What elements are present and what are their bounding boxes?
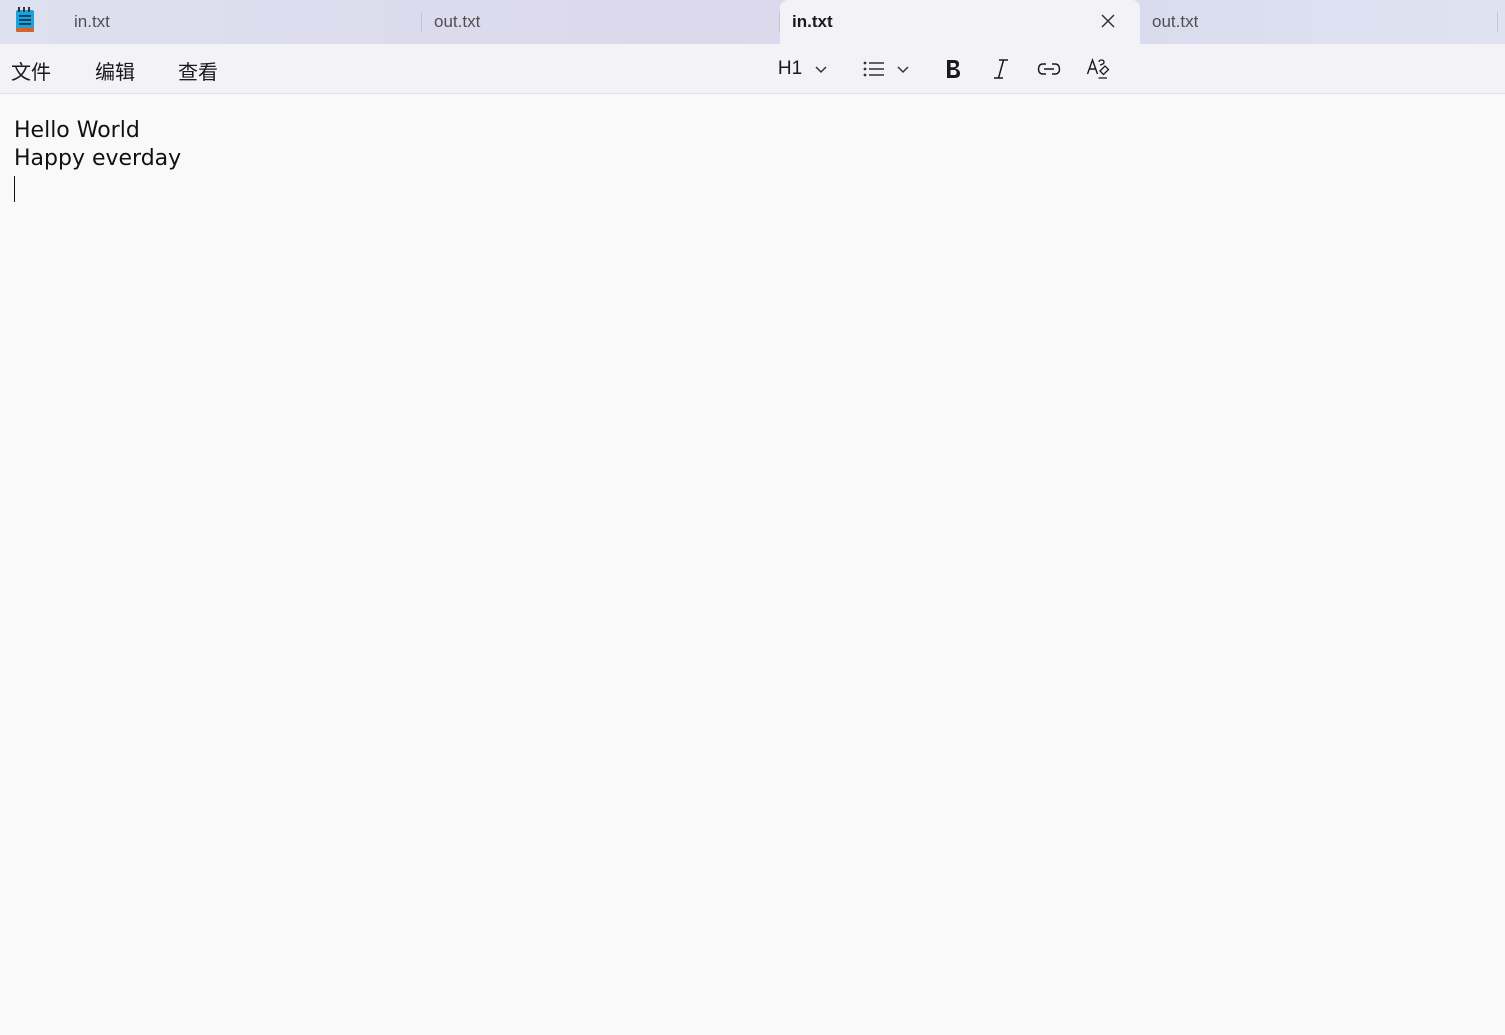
notepad-window: in.txt out.txt in.txt out.txt 文件 编辑 查看 H… <box>0 0 1505 1035</box>
menu-bar: 文件 编辑 查看 H1 <box>0 44 1505 94</box>
bold-icon <box>944 58 962 80</box>
text-caret <box>14 176 15 202</box>
notepad-icon <box>14 7 38 33</box>
tab-in-txt-1[interactable]: in.txt <box>62 0 422 44</box>
editor-line: Happy everday <box>14 146 182 171</box>
close-icon[interactable] <box>1098 11 1118 31</box>
chevron-down-icon <box>814 64 828 74</box>
chevron-down-icon <box>896 64 910 74</box>
tab-label: in.txt <box>74 12 110 31</box>
clear-formatting-icon <box>1086 58 1110 80</box>
menu-edit[interactable]: 编辑 <box>95 56 135 85</box>
tab-label: out.txt <box>1152 12 1199 31</box>
menu-view[interactable]: 查看 <box>178 56 218 85</box>
editor-line: Hello World <box>14 118 140 143</box>
tab-out-txt-2[interactable]: out.txt <box>1140 0 1498 44</box>
bulleted-list-icon <box>862 60 886 78</box>
italic-button[interactable] <box>986 54 1016 84</box>
list-dropdown[interactable] <box>858 54 914 84</box>
tab-in-txt-active[interactable]: in.txt <box>780 0 1140 44</box>
tab-label: in.txt <box>792 12 833 31</box>
clear-formatting-button[interactable] <box>1083 54 1113 84</box>
bold-button[interactable] <box>938 54 968 84</box>
tab-label: out.txt <box>434 12 481 31</box>
italic-icon <box>992 58 1010 80</box>
heading-dropdown[interactable]: H1 <box>775 54 831 84</box>
heading-label: H1 <box>777 58 803 79</box>
link-button[interactable] <box>1034 54 1064 84</box>
menu-file[interactable]: 文件 <box>11 56 51 85</box>
tab-bar: in.txt out.txt in.txt out.txt <box>0 0 1505 44</box>
link-icon <box>1037 61 1061 77</box>
tab-out-txt-1[interactable]: out.txt <box>422 0 780 44</box>
text-editor[interactable]: Hello World Happy everday <box>0 94 1505 1035</box>
